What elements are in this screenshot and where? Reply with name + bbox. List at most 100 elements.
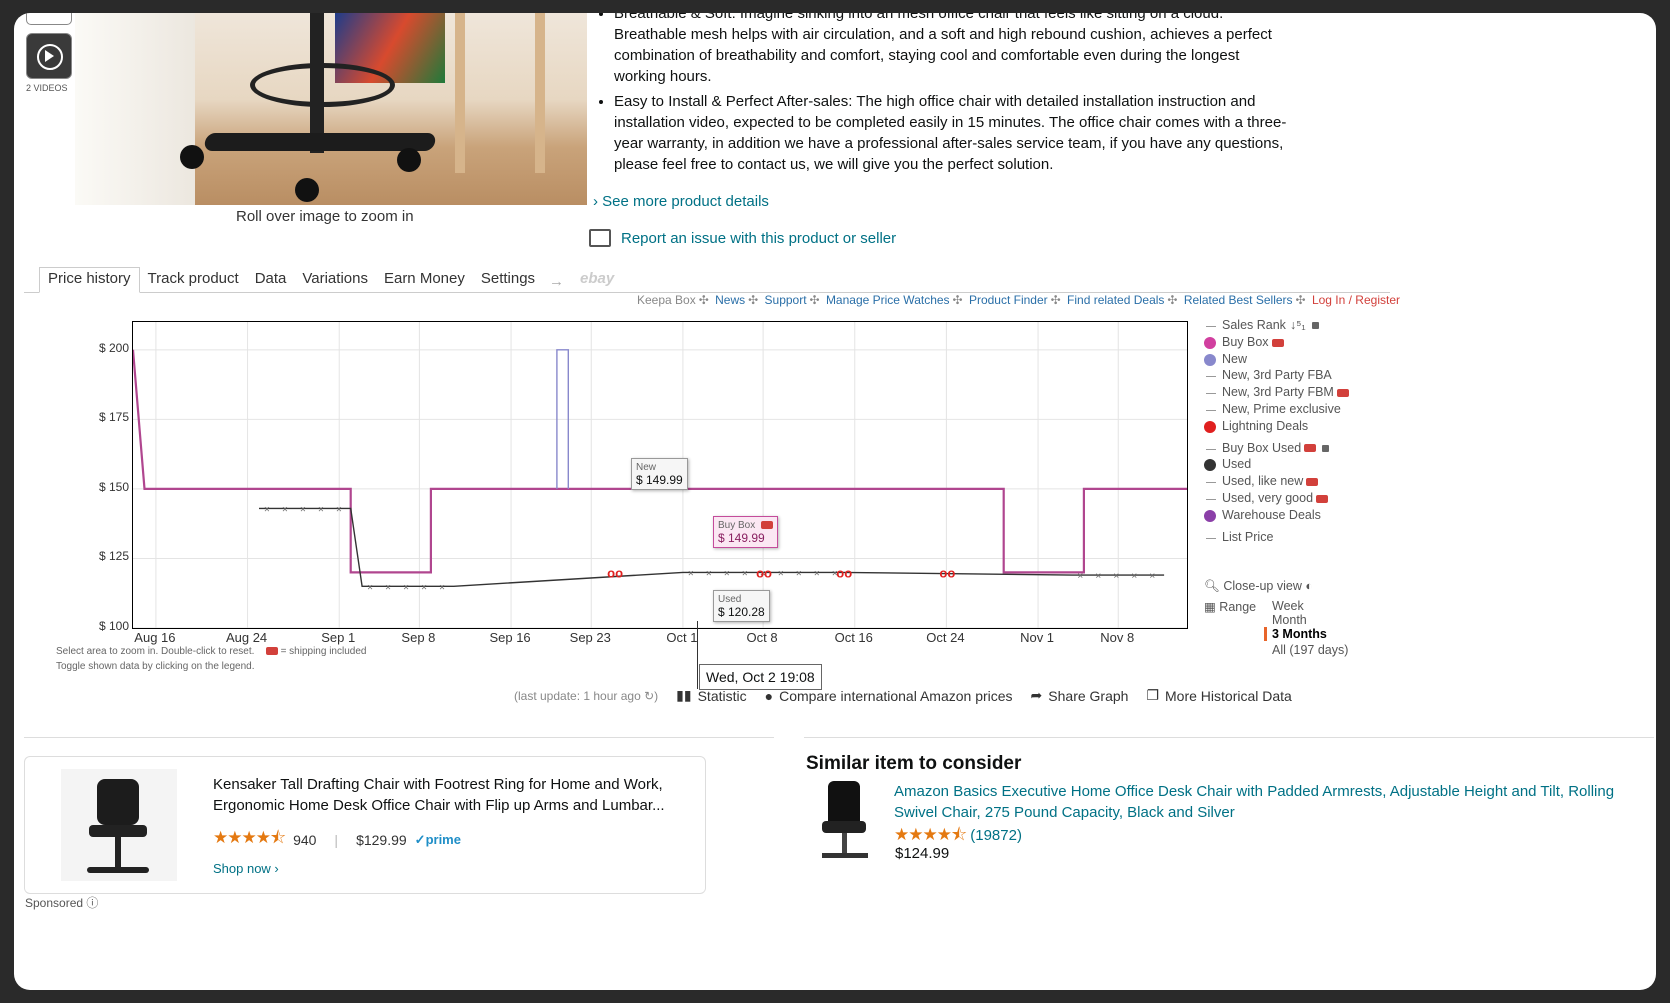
lightning-deal-marker: oo bbox=[939, 565, 955, 580]
share-icon: ➦ bbox=[1030, 687, 1043, 703]
x-tick-label: Oct 16 bbox=[834, 630, 873, 645]
legend-item[interactable]: Used, very good bbox=[1204, 491, 1349, 508]
legend-item[interactable]: Buy Box Used bbox=[1204, 441, 1349, 458]
range-month[interactable]: Month bbox=[1272, 613, 1307, 627]
legend-item[interactable]: Used, like new bbox=[1204, 474, 1349, 491]
last-update-label: (last update: 1 hour ago ↻) bbox=[514, 688, 659, 703]
link-related-best-sellers[interactable]: Related Best Sellers bbox=[1184, 293, 1293, 307]
search-icon: 🔍︎ bbox=[1204, 579, 1220, 593]
used-offer-marker: × bbox=[1149, 571, 1155, 582]
chair-wheel bbox=[180, 145, 204, 169]
ad-price: $129.99 bbox=[356, 831, 407, 848]
report-issue-link[interactable]: Report an issue with this product or sel… bbox=[589, 229, 896, 247]
chair-wheel bbox=[295, 178, 319, 202]
lightning-deal-marker: oo bbox=[756, 565, 772, 580]
image-easel bbox=[455, 13, 545, 173]
chair-footring bbox=[250, 63, 395, 107]
product-main-image[interactable] bbox=[75, 13, 587, 205]
legend-line-icon bbox=[1206, 537, 1216, 539]
legend-item[interactable]: New, Prime exclusive bbox=[1204, 402, 1349, 419]
x-tick-label: Sep 8 bbox=[401, 630, 436, 645]
legend-item[interactable]: Sales Rank ↓⁵₁ bbox=[1204, 318, 1349, 335]
lock-icon bbox=[1322, 444, 1330, 452]
keepa-tabs: Price history Track product Data Variati… bbox=[24, 267, 1390, 293]
report-issue-label: Report an issue with this product or sel… bbox=[621, 229, 897, 247]
tooltip-new: New $ 149.99 bbox=[631, 458, 688, 490]
x-tick-label: Sep 1 bbox=[321, 630, 356, 645]
scrollbar[interactable] bbox=[1656, 0, 1670, 1003]
range-all[interactable]: All (197 days) bbox=[1272, 643, 1348, 657]
tab-settings[interactable]: Settings bbox=[473, 270, 543, 292]
closeup-toggle[interactable]: 🔍︎ Close-up view ◐ bbox=[1204, 579, 1313, 594]
link-news[interactable]: News bbox=[715, 293, 745, 307]
legend-line-icon bbox=[1206, 393, 1216, 395]
used-offer-marker: × bbox=[385, 582, 391, 593]
used-offer-marker: × bbox=[796, 568, 802, 579]
legend-dot-icon bbox=[1204, 420, 1216, 433]
tab-data[interactable]: Data bbox=[247, 270, 295, 292]
sponsored-ad-card[interactable]: Kensaker Tall Drafting Chair with Footre… bbox=[24, 756, 706, 894]
shop-now-link[interactable]: Shop now › bbox=[213, 861, 279, 876]
legend-item[interactable]: New bbox=[1204, 352, 1349, 369]
used-offer-marker: × bbox=[403, 582, 409, 593]
used-offer-marker: × bbox=[336, 504, 342, 515]
tab-track-product[interactable]: Track product bbox=[140, 270, 247, 292]
ad-product-image[interactable] bbox=[61, 769, 177, 881]
lock-icon bbox=[1311, 322, 1319, 330]
used-offer-marker: × bbox=[421, 582, 427, 593]
ad-review-count[interactable]: 940 bbox=[293, 832, 316, 848]
tooltip-used: Used $ 120.28 bbox=[713, 590, 770, 622]
tab-price-history[interactable]: Price history bbox=[39, 267, 140, 293]
link-support[interactable]: Support bbox=[765, 293, 807, 307]
video-thumbnail[interactable] bbox=[26, 33, 72, 79]
link-product-finder[interactable]: Product Finder bbox=[969, 293, 1048, 307]
play-triangle-icon bbox=[45, 50, 54, 62]
image-thumbnail[interactable] bbox=[26, 13, 72, 25]
legend-item[interactable]: Warehouse Deals bbox=[1204, 508, 1349, 525]
legend-item[interactable]: New, 3rd Party FBA bbox=[1204, 368, 1349, 385]
tab-variations[interactable]: Variations bbox=[294, 270, 376, 292]
used-offer-marker: × bbox=[688, 568, 694, 579]
globe-icon: ● bbox=[764, 687, 774, 704]
ad-title[interactable]: Kensaker Tall Drafting Chair with Footre… bbox=[213, 774, 683, 816]
similar-product-image[interactable] bbox=[810, 781, 880, 869]
used-offer-marker: × bbox=[318, 504, 324, 515]
legend-line-icon bbox=[1206, 409, 1216, 411]
share-graph-button[interactable]: ➦ Share Graph bbox=[1031, 687, 1129, 704]
refresh-icon: ↻ bbox=[644, 688, 655, 703]
more-historical-data-button[interactable]: ❐ More Historical Data bbox=[1146, 687, 1291, 704]
tab-earn-money[interactable]: Earn Money bbox=[376, 270, 473, 292]
legend-line-icon bbox=[1206, 448, 1216, 450]
link-login-register[interactable]: Log In / Register bbox=[1312, 293, 1400, 307]
compare-international-button[interactable]: ● Compare international Amazon prices bbox=[765, 688, 1013, 704]
legend-item[interactable]: New, 3rd Party FBM bbox=[1204, 385, 1349, 402]
legend-item[interactable]: List Price bbox=[1204, 530, 1349, 547]
link-manage-price-watches[interactable]: Manage Price Watches bbox=[826, 293, 950, 307]
truck-icon bbox=[1316, 494, 1329, 503]
link-keepa-box[interactable]: Keepa Box bbox=[637, 293, 696, 307]
tab-ebay[interactable]: ebay bbox=[572, 270, 622, 292]
legend-item[interactable]: Used bbox=[1204, 457, 1349, 474]
sponsored-label[interactable]: Sponsored ⓘ bbox=[25, 894, 98, 911]
chart-cursor-line bbox=[697, 621, 698, 689]
range-label: ▦ Range bbox=[1204, 600, 1257, 614]
range-week[interactable]: Week bbox=[1272, 599, 1304, 613]
statistic-button[interactable]: ▮▮ Statistic bbox=[676, 687, 746, 704]
x-tick-label: Nov 1 bbox=[1020, 630, 1055, 645]
similar-price: $124.99 bbox=[895, 845, 950, 862]
lightning-deal-marker: oo bbox=[607, 565, 623, 580]
x-tick-label: Aug 24 bbox=[225, 630, 268, 645]
similar-product-title[interactable]: Amazon Basics Executive Home Office Desk… bbox=[894, 781, 1654, 823]
y-tick-label: $ 100 bbox=[98, 619, 129, 633]
legend-dot-icon bbox=[1204, 353, 1216, 366]
divider bbox=[24, 737, 774, 738]
y-tick-label: $ 200 bbox=[98, 340, 129, 355]
see-more-details-link[interactable]: › See more product details bbox=[593, 193, 769, 210]
link-find-related-deals[interactable]: Find related Deals bbox=[1067, 293, 1164, 307]
range-3-months[interactable]: 3 Months bbox=[1264, 627, 1327, 641]
legend-item[interactable]: Lightning Deals bbox=[1204, 419, 1349, 436]
truck-icon bbox=[1271, 338, 1284, 347]
tooltip-buy-box: Buy Box $ 149.99 bbox=[713, 516, 779, 548]
videos-count-label: 2 VIDEOS bbox=[26, 83, 68, 93]
legend-item[interactable]: Buy Box bbox=[1204, 335, 1349, 352]
